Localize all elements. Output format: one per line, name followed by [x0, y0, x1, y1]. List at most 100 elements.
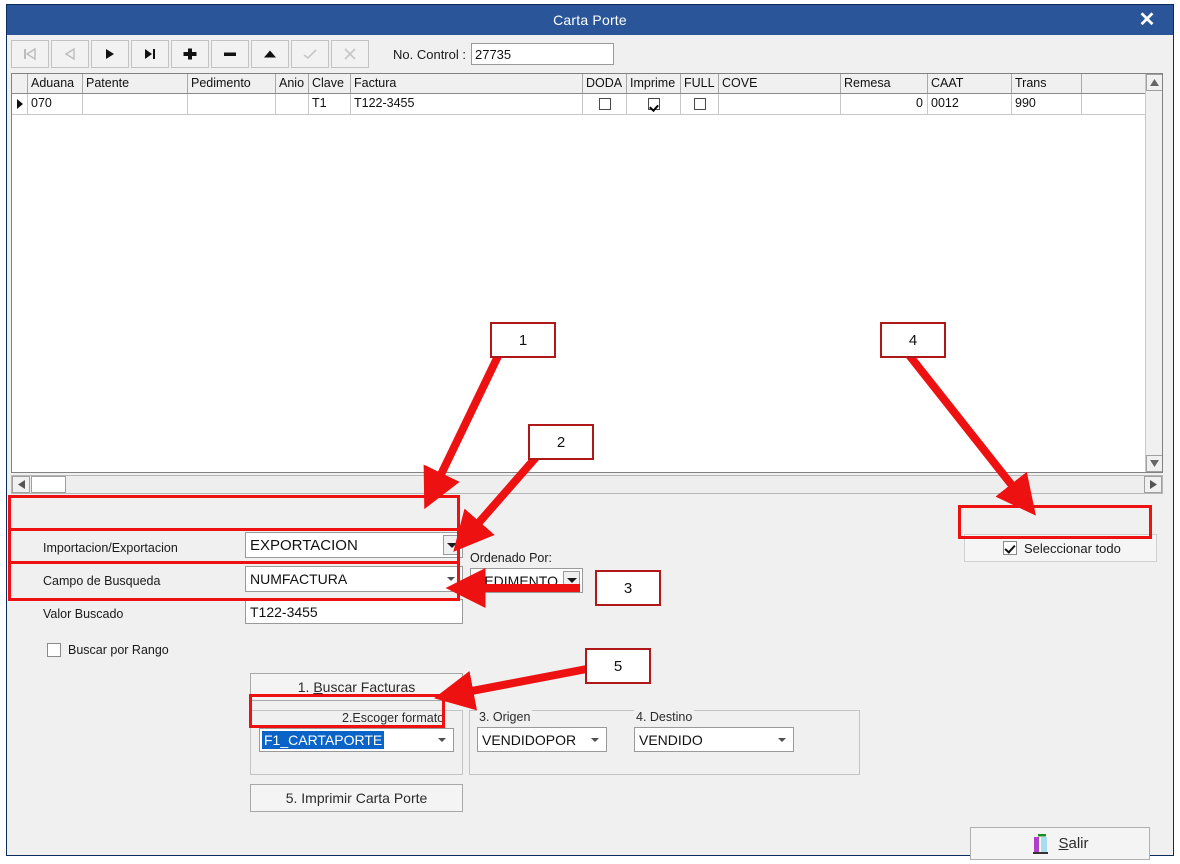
cell-anio[interactable] [276, 94, 309, 114]
valor-buscado-input[interactable]: T122-3455 [245, 599, 463, 624]
window-title: Carta Porte [553, 12, 627, 28]
navigator-toolbar: No. Control : [11, 39, 1169, 69]
full-checkbox[interactable] [693, 98, 706, 110]
grid-col-clave[interactable]: Clave [309, 74, 351, 93]
destino-combo[interactable]: VENDIDO [634, 727, 794, 752]
ordenado-por-combo[interactable]: PEDIMENTO [470, 568, 583, 593]
grid-col-doda[interactable]: DODA [583, 74, 627, 93]
current-row-arrow [12, 94, 28, 114]
annotation-4: 4 [880, 322, 946, 358]
screenshot-root: Carta Porte ✕ No. Control: 27735 Aduana… [0, 0, 1180, 864]
grid-col-remesa[interactable]: Remesa [841, 74, 928, 93]
grid-col-imprime[interactable]: Imprime [627, 74, 681, 93]
chevron-down-icon [1150, 460, 1159, 467]
last-record-button[interactable] [131, 40, 169, 68]
check-icon [303, 49, 317, 60]
annotation-2: 2 [528, 424, 594, 460]
grid-vertical-scrollbar[interactable] [1145, 74, 1162, 472]
previous-record-button[interactable] [51, 40, 89, 68]
chevron-down-icon[interactable] [775, 728, 789, 751]
formato-combo[interactable]: F1_CARTAPORTE [259, 728, 454, 752]
cell-clave[interactable]: T1 [309, 94, 351, 114]
importacion-exportacion-row: Importacion/Exportacion [43, 535, 239, 561]
chevron-down-icon[interactable] [444, 567, 458, 591]
cell-patente[interactable] [83, 94, 188, 114]
doda-checkbox[interactable] [598, 98, 611, 110]
grid-col-trans[interactable]: Trans [1012, 74, 1082, 93]
add-record-button[interactable] [171, 40, 209, 68]
imprime-checkbox[interactable] [647, 98, 660, 110]
scroll-down-button[interactable] [1146, 455, 1162, 472]
next-record-button[interactable] [91, 40, 129, 68]
grid-col-patente[interactable]: Patente [83, 74, 188, 93]
destino-title: 4. Destino [634, 710, 695, 724]
importacion-exportacion-label: Importacion/Exportacion [43, 541, 178, 555]
scroll-up-button[interactable] [1146, 74, 1162, 91]
buscar-por-rango-checkbox[interactable]: Buscar por Rango [47, 643, 169, 657]
annotation-5: 5 [585, 648, 651, 684]
importacion-exportacion-combo[interactable]: EXPORTACION [245, 532, 463, 558]
chevron-up-icon [1150, 79, 1159, 86]
window-titlebar: Carta Porte ✕ [7, 5, 1173, 35]
cell-remesa[interactable]: 0 [841, 94, 928, 114]
chevron-left-icon [17, 480, 25, 489]
campo-busqueda-combo[interactable]: NUMFACTURA [245, 566, 463, 592]
valor-buscado-label: Valor Buscado [43, 607, 124, 621]
importacion-exportacion-value: EXPORTACION [250, 536, 358, 554]
minus-icon [224, 52, 236, 56]
grid-col-cove[interactable]: COVE [719, 74, 841, 93]
seleccionar-todo-checkbox[interactable]: Seleccionar todo [964, 534, 1157, 562]
post-edit-button[interactable] [291, 40, 329, 68]
chevron-down-icon[interactable] [588, 728, 602, 751]
salir-label: Salir [1058, 835, 1089, 852]
scroll-right-button[interactable] [1144, 476, 1162, 493]
grid-horizontal-scrollbar[interactable] [11, 475, 1163, 494]
no-control-input[interactable] [470, 43, 614, 65]
chevron-down-icon[interactable] [435, 729, 449, 751]
cell-aduana[interactable]: 070 [28, 94, 83, 114]
cell-caat[interactable]: 0012 [928, 94, 1012, 114]
cell-full[interactable] [681, 94, 719, 114]
grid-col-pedimento[interactable]: Pedimento [188, 74, 276, 93]
chevron-down-icon[interactable] [443, 535, 460, 555]
grid-col-aduana[interactable]: Aduana [28, 74, 83, 93]
salir-button[interactable]: Salir [970, 827, 1150, 860]
seleccionar-todo-box[interactable] [1003, 541, 1017, 555]
ordenado-por-label: Ordenado Por: [470, 551, 552, 565]
grid-col-caat[interactable]: CAAT [928, 74, 1012, 93]
buscar-rango-box[interactable] [47, 643, 61, 657]
annotation-1: 1 [490, 322, 556, 358]
cell-cove[interactable] [719, 94, 841, 114]
cell-doda[interactable] [583, 94, 627, 114]
scroll-left-button[interactable] [12, 476, 30, 493]
table-row[interactable]: 070 T1 T122-3455 0 0012 990 [12, 94, 1162, 115]
grid-col-factura[interactable]: Factura [351, 74, 583, 93]
chevron-down-icon[interactable] [563, 571, 580, 590]
last-record-icon [145, 49, 155, 59]
delete-record-button[interactable] [211, 40, 249, 68]
first-record-button[interactable] [11, 40, 49, 68]
hscroll-thumb[interactable] [31, 476, 66, 493]
cancel-x-icon [344, 48, 356, 60]
cell-pedimento[interactable] [188, 94, 276, 114]
first-record-icon [24, 47, 36, 61]
cancel-edit-button[interactable] [331, 40, 369, 68]
ordenado-por-value: PEDIMENTO [475, 572, 558, 589]
facturas-grid[interactable]: Aduana Patente Pedimento Anio Clave Fact… [11, 73, 1163, 473]
cell-factura[interactable]: T122-3455 [351, 94, 583, 114]
close-icon[interactable]: ✕ [1127, 5, 1167, 35]
grid-col-full[interactable]: FULL [681, 74, 719, 93]
edit-record-button[interactable] [251, 40, 289, 68]
imprimir-carta-porte-button[interactable]: 5. Imprimir Carta Porte [250, 784, 463, 812]
buscar-facturas-label: 1. Buscar Facturas [297, 679, 416, 695]
escoger-formato-title: 2.Escoger formato [340, 711, 447, 725]
grid-col-anio[interactable]: Anio [276, 74, 309, 93]
next-record-icon [106, 49, 114, 59]
triangle-up-icon [264, 50, 276, 58]
cell-trans[interactable]: 990 [1012, 94, 1082, 114]
origen-combo[interactable]: VENDIDOPOR [477, 727, 607, 752]
chevron-right-icon [1149, 480, 1157, 489]
valor-buscado-row: Valor Buscado [43, 601, 239, 627]
buscar-facturas-button[interactable]: 1. Buscar Facturas [250, 673, 463, 701]
cell-imprime[interactable] [627, 94, 681, 114]
